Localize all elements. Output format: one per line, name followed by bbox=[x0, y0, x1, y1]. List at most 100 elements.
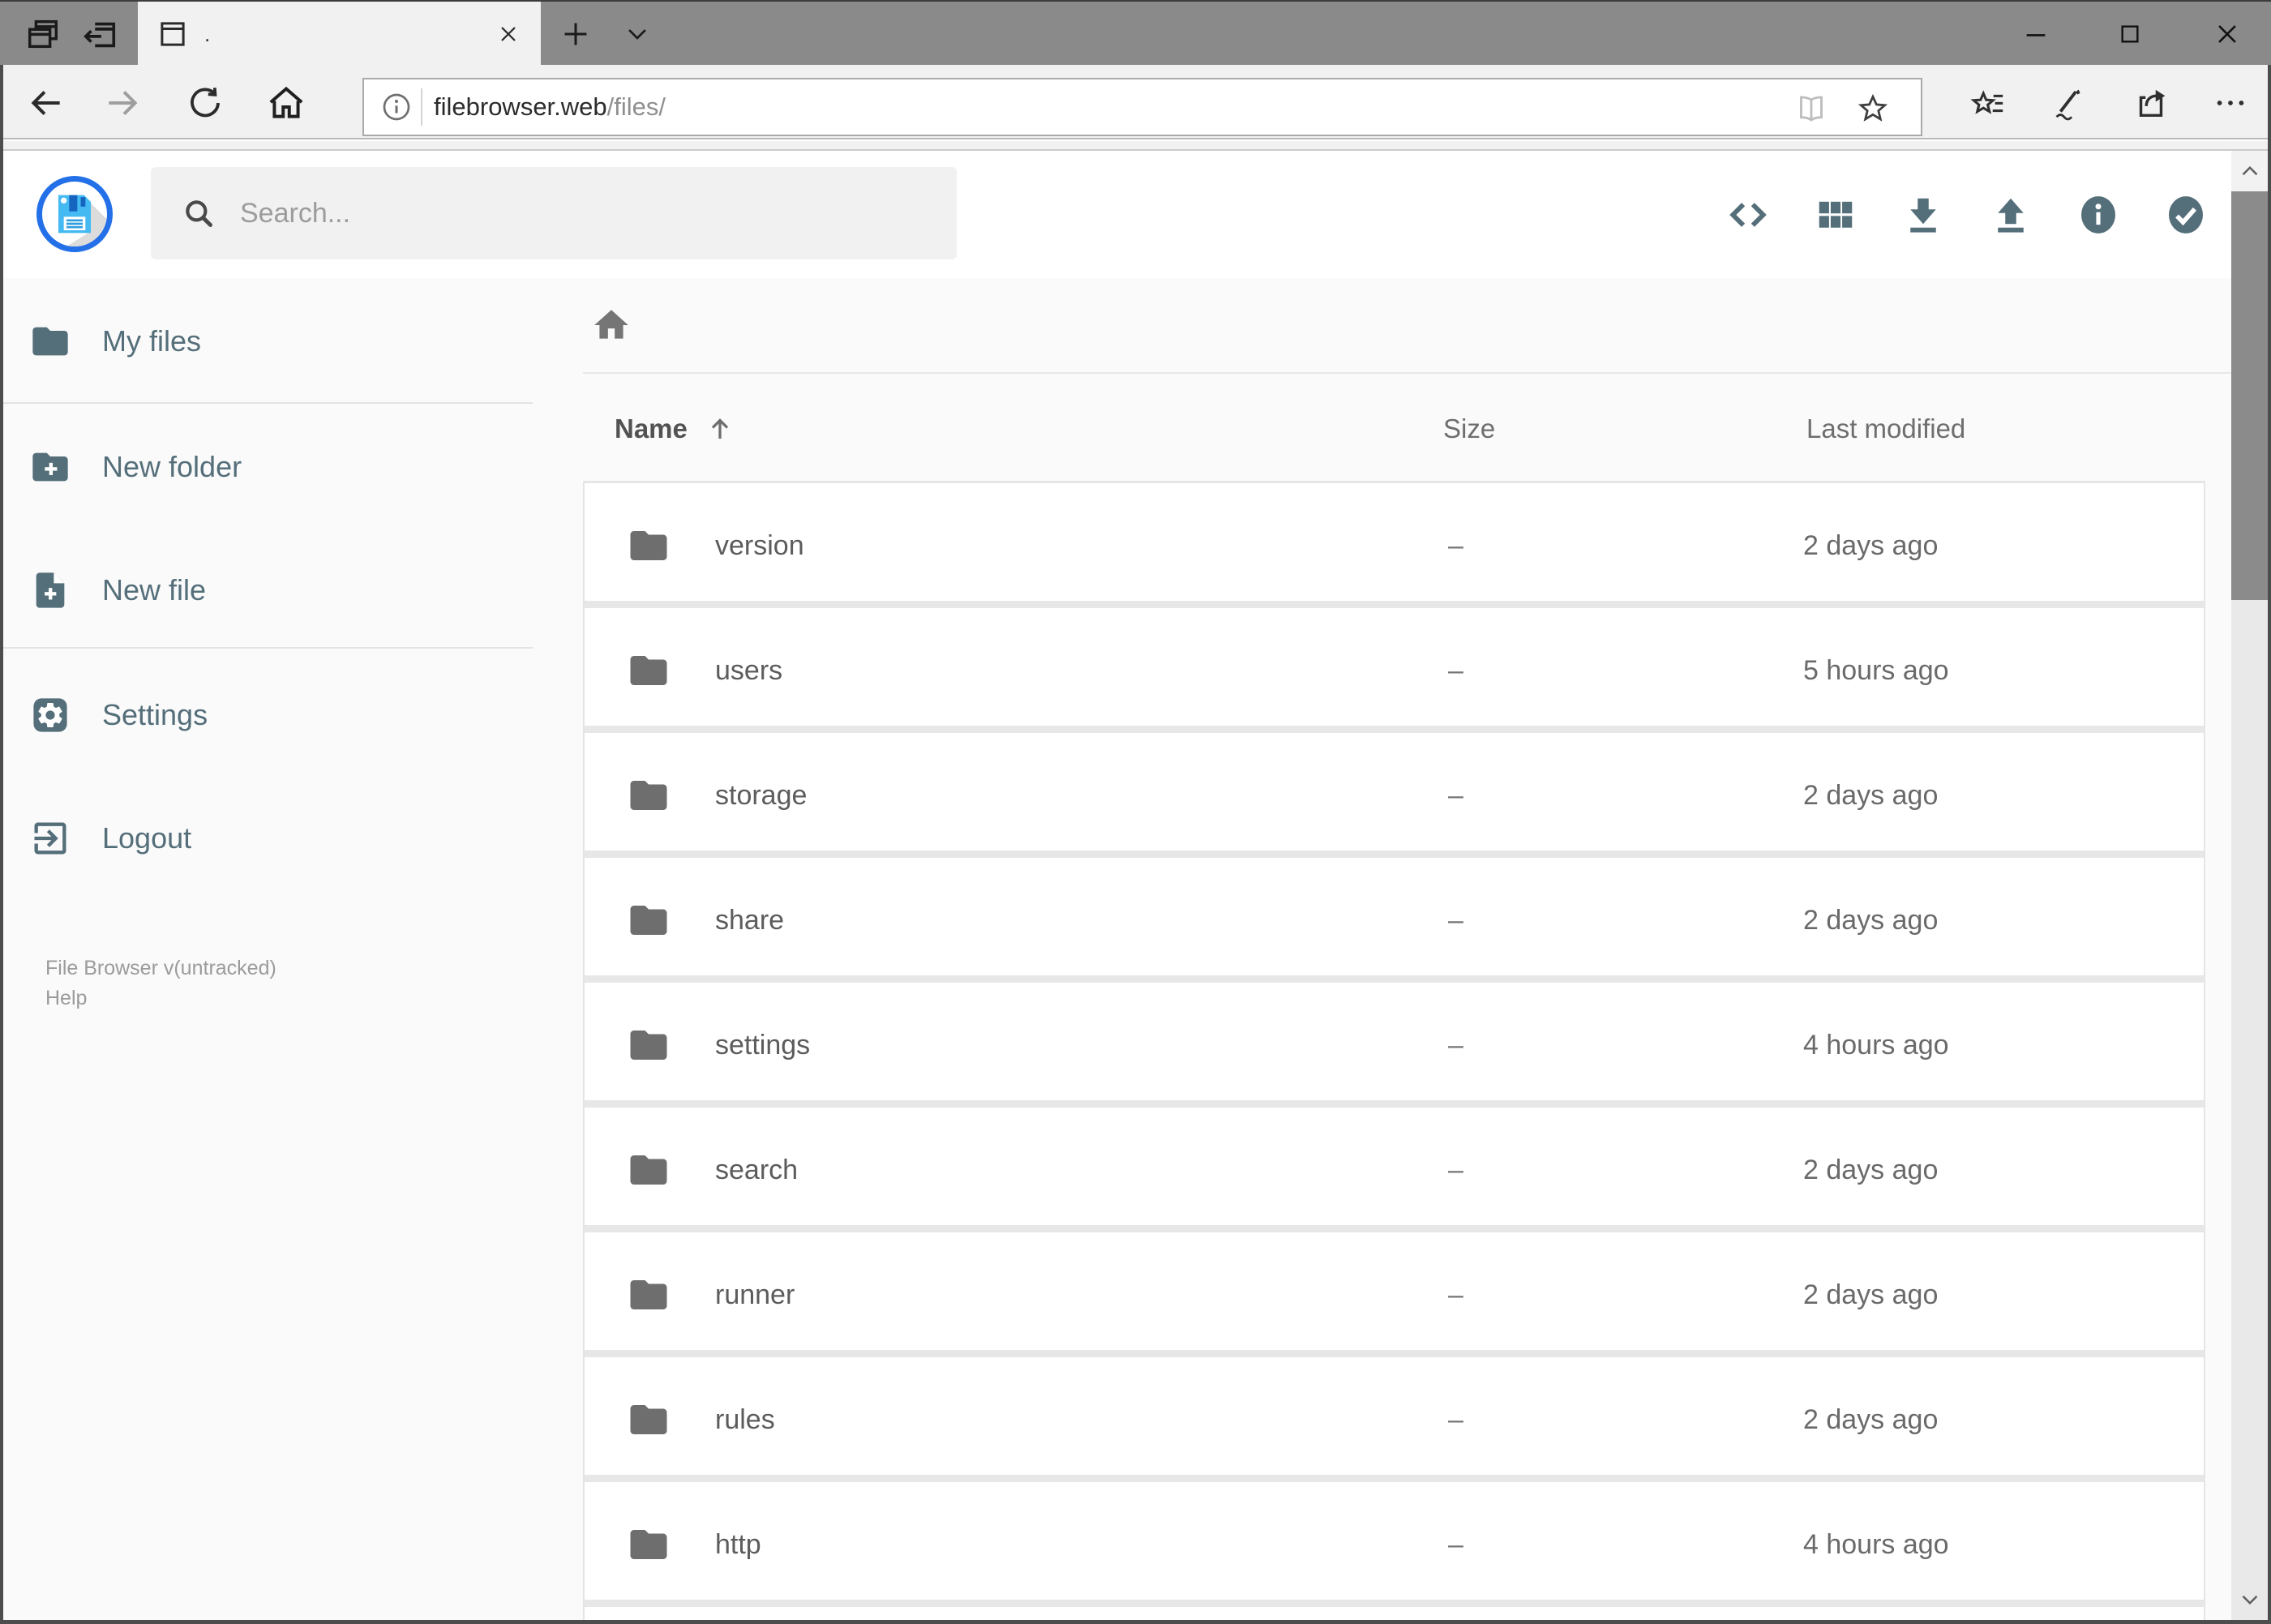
upload-button[interactable] bbox=[1982, 186, 2039, 243]
close-window-button[interactable] bbox=[2194, 2, 2260, 66]
search-input[interactable] bbox=[238, 196, 903, 230]
file-size: – bbox=[1448, 1154, 1463, 1185]
file-modified: 2 days ago bbox=[1803, 1403, 1939, 1435]
forward-button[interactable] bbox=[94, 75, 151, 131]
app-version-text: File Browser v(untracked) bbox=[45, 957, 276, 979]
window-border bbox=[0, 65, 3, 1624]
file-listing: version – 2 days ago users – 5 hours ago… bbox=[583, 481, 2205, 1620]
new-tab-button[interactable] bbox=[555, 2, 597, 66]
tab-list-button[interactable] bbox=[616, 2, 658, 66]
file-name: search bbox=[715, 1154, 799, 1185]
file-name: storage bbox=[715, 779, 808, 811]
window-border bbox=[2268, 65, 2271, 1624]
select-multiple-button[interactable] bbox=[2157, 186, 2214, 243]
file-row-search[interactable]: search – 2 days ago bbox=[585, 1108, 2204, 1232]
file-name: version bbox=[715, 529, 804, 561]
navigation-bar-edge bbox=[3, 141, 2268, 151]
column-header-name[interactable]: Name bbox=[615, 413, 735, 445]
file-row-users[interactable]: users – 5 hours ago bbox=[585, 608, 2204, 733]
tab-page-icon bbox=[156, 17, 190, 51]
chevron-down-icon bbox=[623, 20, 651, 48]
share-button[interactable] bbox=[2123, 75, 2179, 131]
file-row-share[interactable]: share – 2 days ago bbox=[585, 858, 2204, 983]
search-bar[interactable] bbox=[151, 167, 957, 259]
folder-icon bbox=[627, 898, 671, 942]
hub-favorites-button[interactable] bbox=[1960, 75, 2016, 131]
floppy-disk-icon bbox=[58, 195, 107, 246]
help-link[interactable]: Help bbox=[45, 983, 276, 1013]
minimize-icon bbox=[2022, 20, 2050, 48]
sidebar-item-new-folder[interactable]: New folder bbox=[29, 426, 499, 508]
refresh-button[interactable] bbox=[177, 75, 234, 131]
grid-view-button[interactable] bbox=[1807, 186, 1864, 243]
info-button[interactable] bbox=[2070, 186, 2127, 243]
sidebar-item-label: Logout bbox=[102, 821, 192, 855]
maximize-button[interactable] bbox=[2097, 2, 2163, 66]
sidebar-divider bbox=[0, 647, 533, 649]
folder-icon bbox=[627, 524, 671, 568]
column-header-name-label: Name bbox=[615, 413, 688, 443]
sidebar-item-new-file[interactable]: New file bbox=[29, 550, 499, 631]
file-name: users bbox=[715, 654, 783, 686]
sidebar-item-settings[interactable]: Settings bbox=[29, 675, 499, 756]
new-tab-icon bbox=[560, 19, 591, 49]
file-size: – bbox=[1448, 1528, 1463, 1560]
home-button[interactable] bbox=[258, 75, 315, 131]
folder-icon bbox=[627, 649, 671, 692]
sidebar-item-label: Settings bbox=[102, 698, 208, 731]
sidebar-item-my-files[interactable]: My files bbox=[29, 301, 499, 382]
file-modified: 2 days ago bbox=[1803, 1154, 1939, 1185]
sidebar-item-logout[interactable]: Logout bbox=[29, 798, 499, 879]
folder-icon bbox=[627, 1273, 671, 1317]
chevron-down-icon bbox=[2242, 1595, 2257, 1605]
file-row-storage[interactable]: storage – 2 days ago bbox=[585, 733, 2204, 858]
breadcrumb-home-button[interactable] bbox=[591, 305, 632, 345]
sidebar-divider bbox=[0, 402, 533, 404]
folder-icon bbox=[627, 1398, 671, 1442]
scrollbar-down-button[interactable] bbox=[2231, 1579, 2268, 1620]
more-options-button[interactable] bbox=[2202, 75, 2259, 131]
scrollbar-up-button[interactable] bbox=[2231, 151, 2268, 191]
url-path: /files/ bbox=[606, 92, 666, 121]
tab-close-icon[interactable] bbox=[495, 21, 521, 47]
file-modified: 4 hours ago bbox=[1803, 1528, 1949, 1560]
file-row-rules[interactable]: rules – 2 days ago bbox=[585, 1357, 2204, 1482]
favorite-star-icon[interactable] bbox=[1856, 92, 1890, 126]
file-modified: 4 hours ago bbox=[1803, 1029, 1949, 1061]
file-size: – bbox=[1448, 1029, 1463, 1061]
download-button[interactable] bbox=[1895, 186, 1952, 243]
file-size: – bbox=[1448, 529, 1463, 561]
annotate-pen-button[interactable] bbox=[2040, 75, 2097, 131]
gear-icon bbox=[29, 694, 71, 736]
file-name: share bbox=[715, 904, 785, 936]
set-tabs-aside-button[interactable] bbox=[75, 2, 125, 66]
column-header-modified[interactable]: Last modified bbox=[1806, 413, 1965, 445]
address-bar[interactable]: filebrowser.web/files/ bbox=[362, 78, 1922, 136]
minimize-button[interactable] bbox=[2003, 2, 2069, 66]
filebrowser-logo[interactable] bbox=[36, 176, 113, 252]
back-button[interactable] bbox=[18, 75, 75, 131]
search-icon bbox=[182, 196, 216, 230]
file-row-version[interactable]: version – 2 days ago bbox=[585, 483, 2204, 608]
reading-view-icon[interactable] bbox=[1795, 92, 1828, 125]
page-info-icon[interactable] bbox=[380, 91, 413, 123]
active-tab[interactable]: . bbox=[138, 2, 541, 66]
code-view-button[interactable] bbox=[1720, 186, 1776, 243]
file-modified: 2 days ago bbox=[1803, 529, 1939, 561]
folder-icon bbox=[627, 1148, 671, 1192]
file-row-http[interactable]: http – 4 hours ago bbox=[585, 1482, 2204, 1607]
sidebar-item-label: New file bbox=[102, 573, 207, 606]
scrollbar-thumb[interactable] bbox=[2231, 191, 2268, 600]
column-header-size[interactable]: Size bbox=[1443, 413, 1495, 445]
breadcrumb-divider bbox=[583, 372, 2231, 374]
tab-preview-button[interactable] bbox=[18, 2, 68, 66]
file-row-settings[interactable]: settings – 4 hours ago bbox=[585, 983, 2204, 1108]
maximize-icon bbox=[2117, 21, 2143, 47]
folder-icon bbox=[29, 320, 71, 362]
file-size: – bbox=[1448, 1403, 1463, 1435]
file-size: – bbox=[1448, 904, 1463, 936]
tab-title: . bbox=[204, 21, 211, 46]
column-header-size-label: Size bbox=[1443, 413, 1496, 443]
logout-icon bbox=[29, 817, 71, 859]
file-row-runner[interactable]: runner – 2 days ago bbox=[585, 1232, 2204, 1357]
